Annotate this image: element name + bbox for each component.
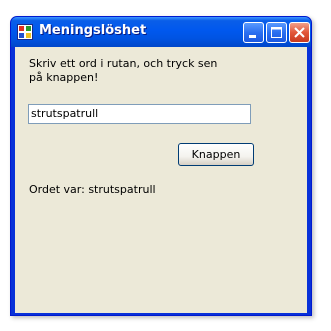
app-window-icon: [17, 24, 33, 40]
app-window: Meningslöshet Skriv ett ord i rutan, och…: [10, 16, 312, 316]
close-button[interactable]: [289, 22, 310, 43]
close-icon: [294, 27, 305, 38]
minimize-button[interactable]: [243, 22, 264, 43]
instruction-label: Skriv ett ord i rutan, och tryck sen på …: [29, 57, 218, 84]
window-title: Meningslöshet: [39, 23, 147, 38]
knappen-button[interactable]: Knappen: [178, 143, 254, 166]
maximize-button[interactable]: [266, 22, 287, 43]
word-input[interactable]: strutspatrull: [28, 104, 251, 124]
title-bar[interactable]: Meningslöshet: [11, 17, 311, 47]
window-client-area: Skriv ett ord i rutan, och tryck sen på …: [15, 47, 307, 313]
maximize-icon: [271, 27, 282, 38]
minimize-icon: [249, 35, 256, 38]
result-label: Ordet var: strutspatrull: [29, 183, 156, 196]
